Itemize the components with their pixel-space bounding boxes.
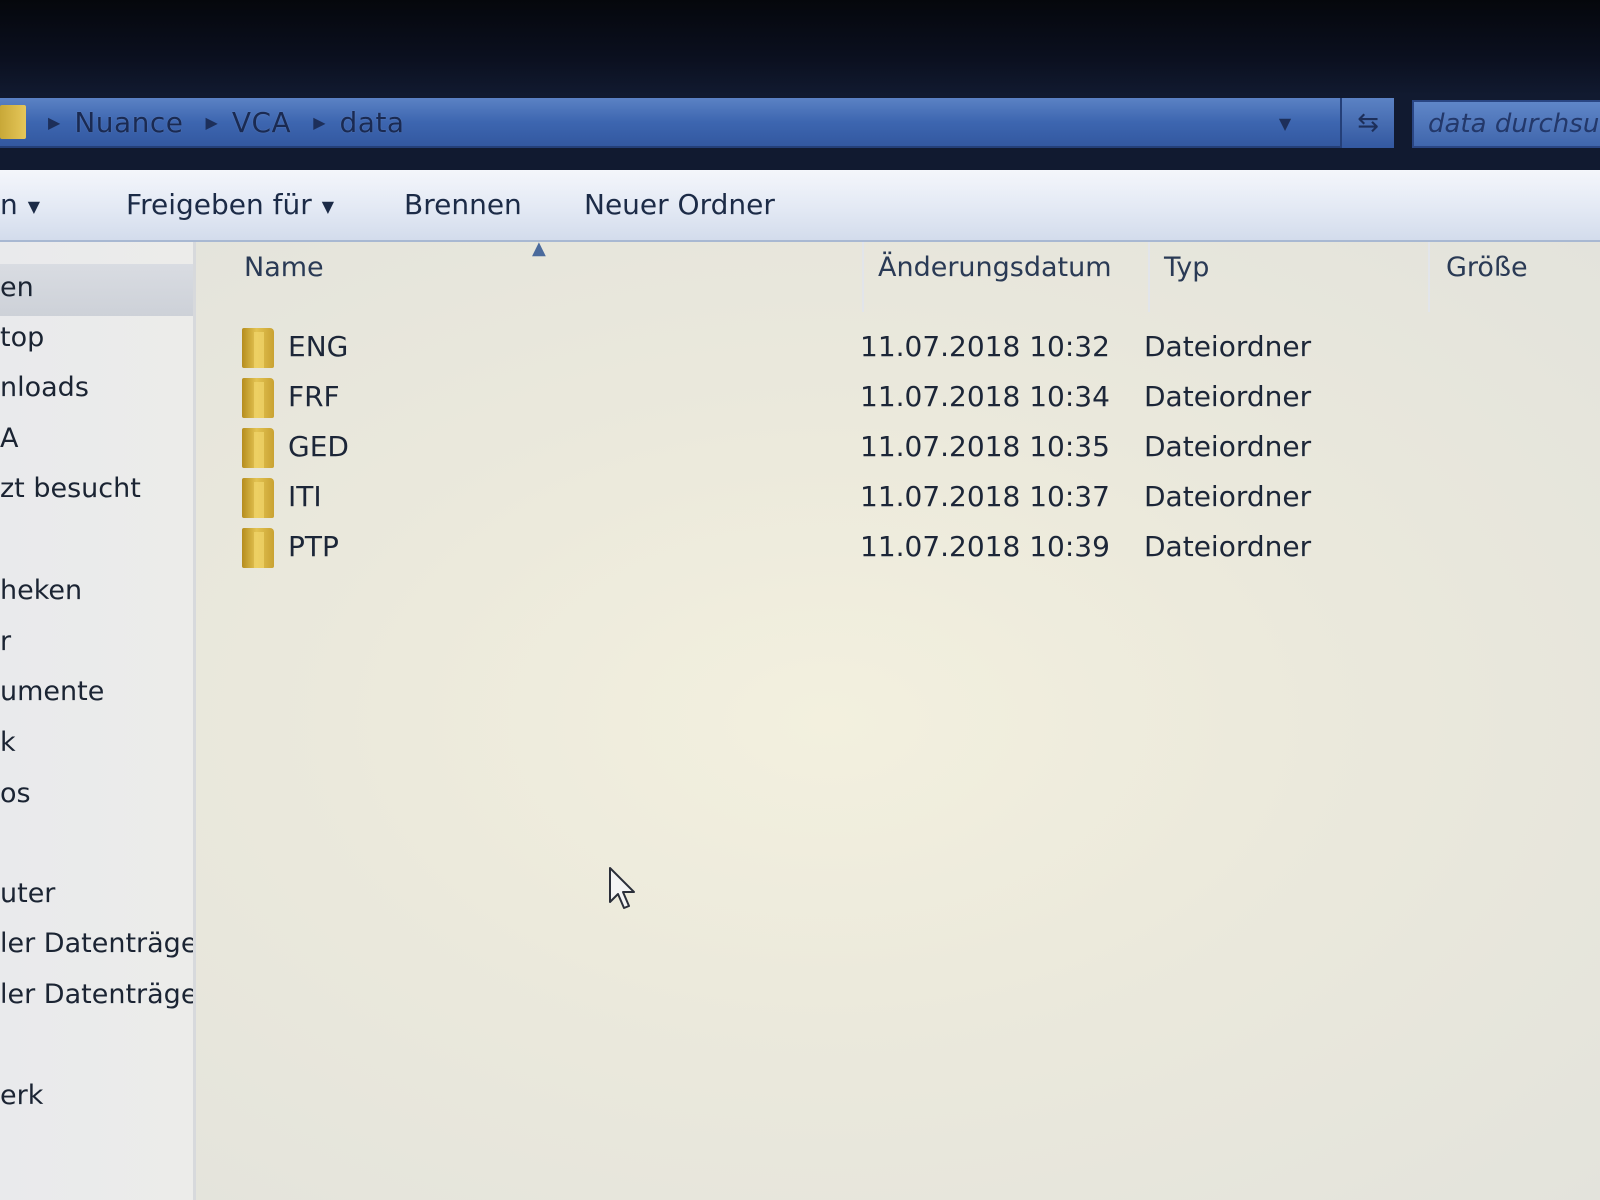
organize-label: n: [0, 188, 18, 221]
chevron-down-icon: ▼: [27, 196, 41, 216]
file-date: 11.07.2018 10:37: [860, 480, 1110, 513]
file-date: 11.07.2018 10:35: [860, 430, 1110, 463]
chevron-down-icon: ▼: [321, 196, 335, 216]
organize-menu-button[interactable]: n ▼: [0, 188, 40, 221]
sidebar-item-local-disk-1[interactable]: ler Datenträger: [0, 928, 193, 959]
sidebar-item-desktop[interactable]: top: [0, 322, 44, 353]
sidebar-item-videos[interactable]: os: [0, 778, 31, 809]
sidebar-item-libraries[interactable]: heken: [0, 575, 82, 606]
sidebar-item-documents[interactable]: umente: [0, 676, 104, 707]
sidebar-item-network[interactable]: erk: [0, 1080, 43, 1111]
share-with-button[interactable]: Freigeben für ▼: [126, 188, 334, 221]
chevron-right-icon[interactable]: ▶: [313, 113, 325, 132]
location-folder-icon: [0, 105, 26, 139]
file-row[interactable]: PTP 11.07.2018 10:39 Dateiordner: [236, 524, 1536, 572]
file-type: Dateiordner: [1144, 430, 1312, 463]
column-divider[interactable]: [1428, 242, 1430, 312]
breadcrumb-vca[interactable]: VCA: [232, 106, 291, 139]
file-type: Dateiordner: [1144, 330, 1312, 363]
sidebar-item-downloads[interactable]: nloads: [0, 372, 89, 403]
column-header-type[interactable]: Typ: [1164, 252, 1209, 283]
folder-icon: [242, 478, 274, 518]
file-date: 11.07.2018 10:34: [860, 380, 1110, 413]
column-header-size[interactable]: Größe: [1446, 252, 1528, 283]
file-type: Dateiordner: [1144, 380, 1312, 413]
file-name: FRF: [288, 380, 340, 413]
file-row[interactable]: ENG 11.07.2018 10:32 Dateiordner: [236, 324, 1536, 372]
command-toolbar: n ▼ Freigeben für ▼ Brennen Neuer Ordner: [0, 170, 1600, 242]
file-name: GED: [288, 430, 349, 463]
chevron-right-icon[interactable]: ▶: [48, 113, 60, 132]
file-type: Dateiordner: [1144, 530, 1312, 563]
sidebar-item-vca[interactable]: A: [0, 423, 18, 454]
file-row[interactable]: FRF 11.07.2018 10:34 Dateiordner: [236, 374, 1536, 422]
column-divider[interactable]: [862, 242, 864, 312]
explorer-window: ▶ Nuance ▶ VCA ▶ data ▼ ⇆ data durchsuch…: [0, 0, 1600, 1200]
chevron-right-icon[interactable]: ▶: [206, 113, 218, 132]
folder-icon: [242, 428, 274, 468]
file-name: ITI: [288, 480, 322, 513]
address-bar[interactable]: ▶ Nuance ▶ VCA ▶ data ▼: [0, 98, 1340, 148]
file-row[interactable]: GED 11.07.2018 10:35 Dateiordner: [236, 424, 1536, 472]
chevron-down-icon[interactable]: ▼: [1270, 106, 1300, 140]
file-date: 11.07.2018 10:32: [860, 330, 1110, 363]
navigation-pane: en top nloads A zt besucht heken r ument…: [0, 242, 196, 1200]
file-name: PTP: [288, 530, 339, 563]
sidebar-item-computer[interactable]: uter: [0, 878, 55, 909]
sidebar-item-recent-places[interactable]: zt besucht: [0, 473, 141, 504]
folder-icon: [242, 528, 274, 568]
column-header-date[interactable]: Änderungsdatum: [878, 252, 1112, 283]
refresh-icon: ⇆: [1357, 108, 1379, 138]
file-row[interactable]: ITI 11.07.2018 10:37 Dateiordner: [236, 474, 1536, 522]
column-divider[interactable]: [1148, 242, 1150, 312]
sidebar-item-local-disk-2[interactable]: ler Datenträger: [0, 979, 193, 1010]
column-header-name[interactable]: Name: [244, 252, 324, 283]
refresh-button[interactable]: ⇆: [1340, 98, 1394, 148]
sort-ascending-icon: ▲: [532, 242, 546, 259]
sidebar-item-favorites[interactable]: en: [0, 272, 34, 303]
burn-button[interactable]: Brennen: [404, 188, 522, 221]
file-list-pane[interactable]: ▲ Name Änderungsdatum Typ Größe ENG 11.0…: [196, 242, 1600, 1200]
file-name: ENG: [288, 330, 349, 363]
share-label: Freigeben für: [126, 188, 312, 221]
breadcrumb-data[interactable]: data: [340, 106, 405, 139]
sidebar-item-pictures[interactable]: r: [0, 626, 11, 657]
file-date: 11.07.2018 10:39: [860, 530, 1110, 563]
folder-icon: [242, 328, 274, 368]
sidebar-item-music[interactable]: k: [0, 727, 16, 758]
mouse-pointer-icon: [609, 867, 635, 909]
new-folder-button[interactable]: Neuer Ordner: [584, 188, 775, 221]
file-type: Dateiordner: [1144, 480, 1312, 513]
search-input[interactable]: data durchsuchen: [1412, 100, 1600, 148]
folder-icon: [242, 378, 274, 418]
breadcrumb-nuance[interactable]: Nuance: [74, 106, 183, 139]
